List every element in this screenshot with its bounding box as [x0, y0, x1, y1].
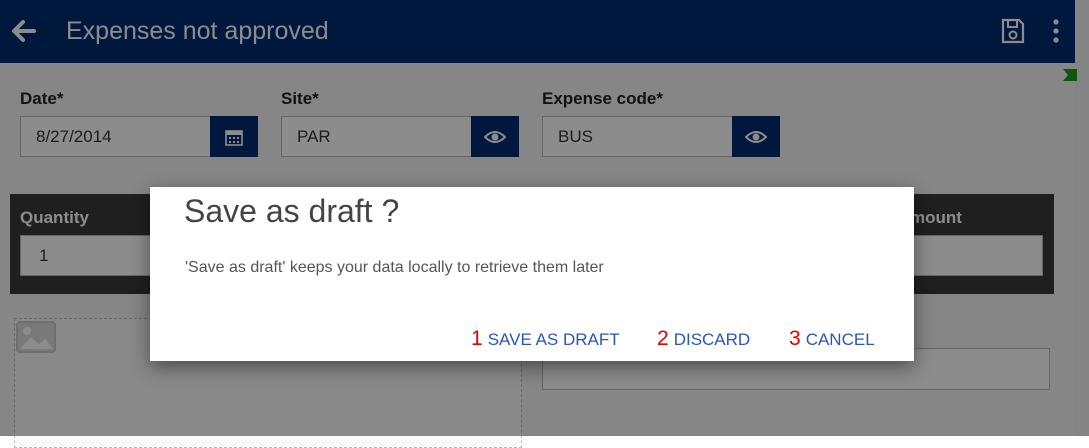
action-label: SAVE AS DRAFT — [487, 330, 620, 349]
action-label: CANCEL — [805, 330, 875, 349]
dialog-message: 'Save as draft' keeps your data locally … — [185, 259, 604, 276]
dialog-title: Save as draft ? — [184, 193, 400, 229]
action-label: DISCARD — [673, 330, 751, 349]
discard-button[interactable]: 2 DISCARD — [657, 327, 750, 351]
save-as-draft-button[interactable]: 1 SAVE AS DRAFT — [471, 327, 620, 351]
action-number: 2 — [657, 327, 669, 350]
save-draft-dialog: Save as draft ? 'Save as draft' keeps yo… — [150, 187, 914, 361]
action-number: 3 — [789, 327, 801, 350]
action-number: 1 — [471, 327, 483, 350]
cancel-button[interactable]: 3 CANCEL — [789, 327, 875, 351]
